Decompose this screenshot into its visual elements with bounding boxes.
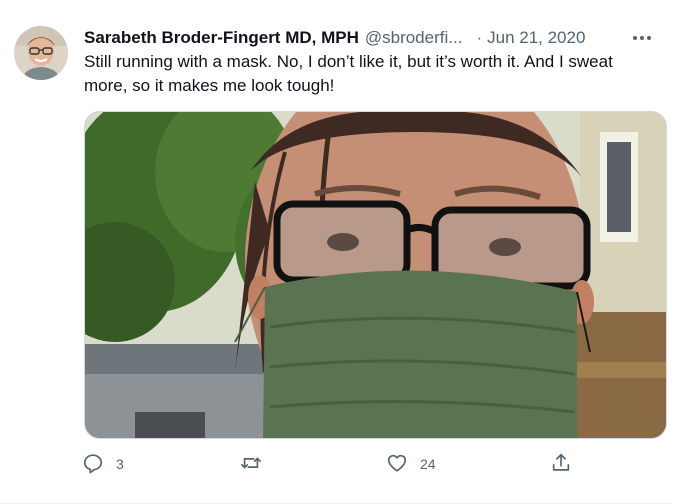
like-button[interactable]: 24: [386, 448, 436, 480]
tweet-text: Still running with a mask. No, I don’t l…: [84, 52, 613, 95]
share-icon: [550, 452, 572, 477]
like-count: 24: [420, 456, 436, 472]
retweet-icon: [240, 452, 262, 477]
share-button[interactable]: [550, 448, 572, 480]
selfie-photo: [85, 112, 666, 438]
tweet-actions: 3 24: [82, 448, 582, 480]
reply-icon: [82, 452, 104, 477]
user-handle[interactable]: @sbroderfi...: [365, 28, 463, 48]
tweet-photo[interactable]: [84, 111, 667, 439]
tweet-date[interactable]: Jun 21, 2020: [487, 28, 585, 48]
heart-icon: [386, 452, 408, 477]
tweet-card[interactable]: Sarabeth Broder-Fingert MD, MPH @sbroder…: [0, 0, 674, 504]
separator-dot: ·: [476, 28, 483, 47]
more-icon[interactable]: [628, 26, 656, 50]
reply-button[interactable]: 3: [82, 448, 124, 480]
tweet-header: Sarabeth Broder-Fingert MD, MPH @sbroder…: [84, 26, 656, 50]
reply-count: 3: [116, 456, 124, 472]
display-name[interactable]: Sarabeth Broder-Fingert MD, MPH: [84, 28, 359, 48]
retweet-button[interactable]: [240, 448, 274, 480]
avatar[interactable]: [14, 26, 68, 80]
avatar-image: [14, 26, 68, 80]
